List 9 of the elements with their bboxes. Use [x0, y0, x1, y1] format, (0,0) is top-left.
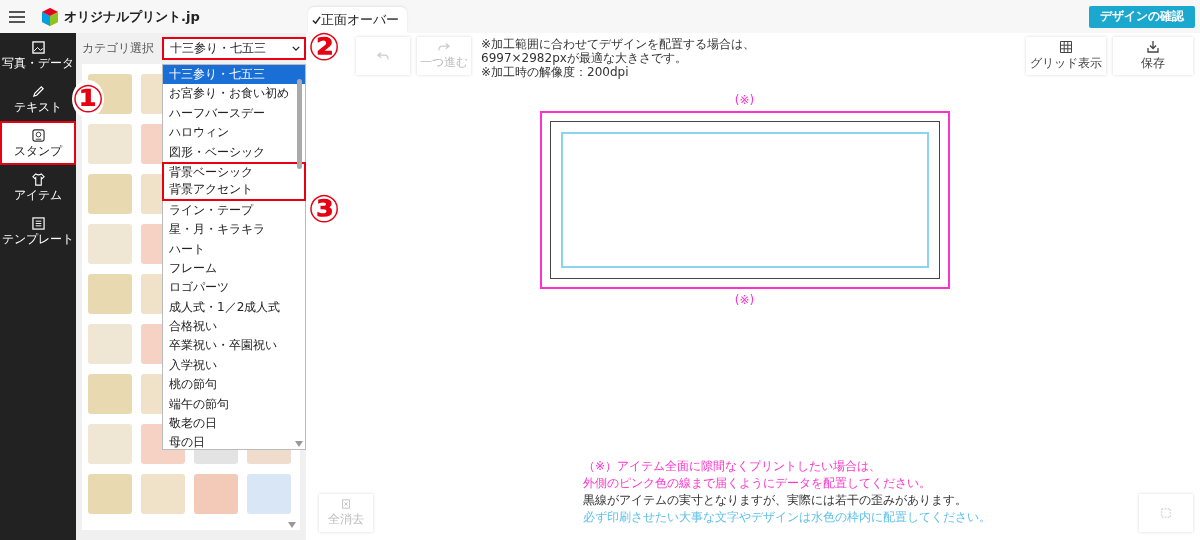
note-text: 必ず印刷させたい大事な文字やデザインは水色の枠内に配置してください。 — [583, 509, 991, 526]
size-note: ※加工範囲に合わせてデザインを配置する場合は、 6997×2982pxが最適な大きさです。 ※加工時の解像度：200dpi — [481, 37, 756, 79]
print-mark: (※) — [734, 293, 755, 307]
category-label: カテゴリ選択 — [82, 40, 155, 57]
note-text: 外側のピンク色の線まで届くようにデータを配置してください。 — [583, 475, 931, 492]
note-text: 黒線がアイテムの実寸となりますが、実際には若干の歪みがあります。 — [583, 492, 967, 509]
logo-text: オリジナルプリント.jp — [64, 7, 200, 26]
note-text: （※）アイテム全面に隙間なくプリントしたい場合は、 — [583, 458, 882, 475]
print-mark: (※) — [734, 93, 755, 107]
